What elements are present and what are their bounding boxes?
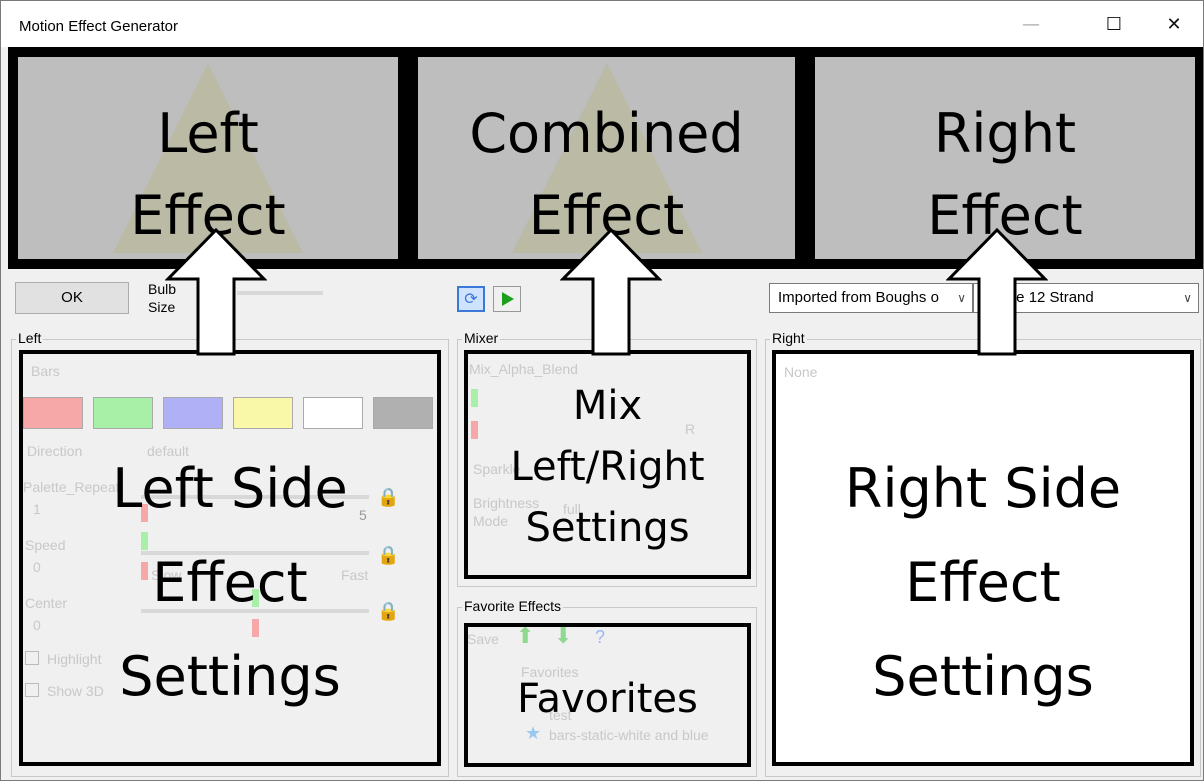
- up-arrow-icon: [946, 227, 1048, 356]
- left-settings-caption: Left Side Effect Settings: [112, 457, 348, 708]
- minimize-button[interactable]: —: [1011, 11, 1051, 39]
- source-select-value: Imported from Boughs o: [778, 289, 939, 306]
- play-icon[interactable]: [493, 286, 521, 312]
- right-settings-overlay: None Right Side Effect Settings: [772, 350, 1194, 766]
- ok-button[interactable]: OK: [15, 282, 129, 314]
- mixer-settings-overlay: Mix Left/Right Settings: [464, 350, 751, 579]
- chevron-down-icon: ∨: [1183, 291, 1192, 305]
- right-effect-select[interactable]: None: [784, 364, 817, 380]
- right-settings-caption: Right Side Effect Settings: [844, 457, 1122, 708]
- window-title: Motion Effect Generator: [19, 18, 178, 35]
- close-button[interactable]: ✕: [1154, 11, 1194, 39]
- left-group-label: Left: [16, 330, 44, 346]
- maximize-button[interactable]: ☐: [1094, 11, 1134, 39]
- up-arrow-icon: [560, 227, 662, 356]
- source-select[interactable]: Imported from Boughs o ∨: [769, 283, 973, 313]
- favorites-caption: Favorites: [517, 676, 698, 722]
- loop-icon[interactable]: ⟳: [457, 286, 485, 312]
- mixer-group-label: Mixer: [462, 330, 501, 346]
- right-group-label: Right: [770, 330, 807, 346]
- title-bar: Motion Effect Generator — ☐ ✕: [1, 1, 1203, 47]
- up-arrow-icon: [165, 227, 267, 356]
- left-settings-overlay: Left Side Effect Settings: [19, 350, 441, 766]
- mixer-settings-caption: Mix Left/Right Settings: [510, 383, 705, 551]
- motion-effect-generator-window: Motion Effect Generator — ☐ ✕ Left Effec…: [0, 0, 1204, 781]
- favorites-group-label: Favorite Effects: [462, 598, 564, 614]
- favorites-overlay: Favorites: [464, 623, 751, 767]
